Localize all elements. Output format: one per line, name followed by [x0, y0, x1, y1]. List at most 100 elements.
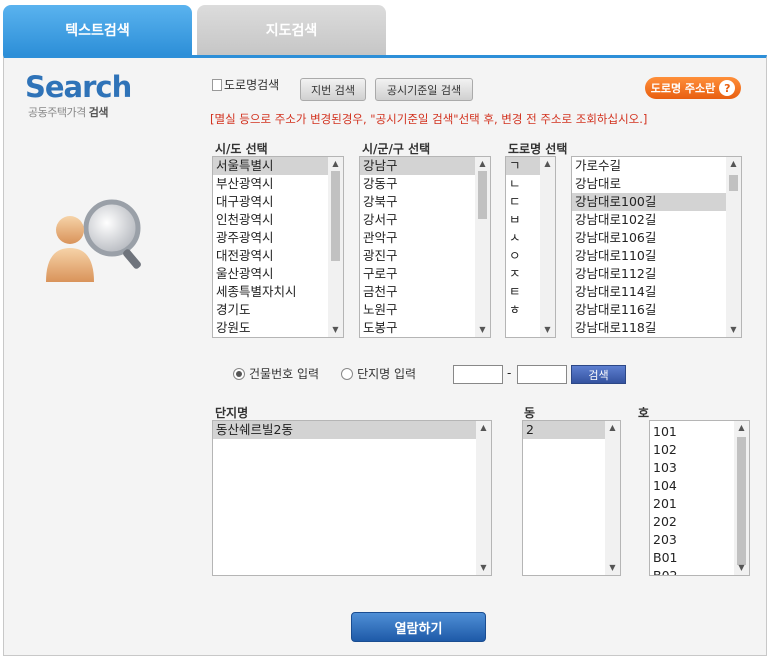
- sigungu-select[interactable]: 강남구 강동구 강북구 강서구 관악구 광진구 구로구 금천구 노원구 도봉구 ▲ ▼: [359, 156, 491, 338]
- list-item[interactable]: 강원도: [213, 319, 328, 337]
- list-item[interactable]: 강동구: [360, 175, 475, 193]
- scroll-thumb[interactable]: [478, 171, 487, 219]
- list-item[interactable]: 구로구: [360, 265, 475, 283]
- list-item[interactable]: 강서구: [360, 211, 475, 229]
- list-item[interactable]: ㅈ: [506, 265, 540, 283]
- scroll-down-icon[interactable]: ▼: [734, 561, 749, 575]
- list-item[interactable]: 강남대로116길: [572, 301, 726, 319]
- scroll-up-icon[interactable]: ▲: [540, 157, 555, 171]
- complex-name-label: 단지명 입력: [357, 367, 417, 381]
- list-item[interactable]: ㄱ: [506, 157, 540, 175]
- list-item[interactable]: B01: [650, 549, 734, 567]
- scroll-down-icon[interactable]: ▼: [726, 323, 741, 337]
- sido-select[interactable]: 서울특별시 부산광역시 대구광역시 인천광역시 광주광역시 대전광역시 울산광역시 세종특별자…: [212, 156, 344, 338]
- ho-options: 101102103104201202203B01B02B03: [650, 423, 734, 575]
- complex-options: 동산쉐르빌2동: [213, 421, 476, 439]
- scroll-up-icon[interactable]: ▲: [734, 421, 749, 435]
- list-item[interactable]: 강남대로: [572, 175, 726, 193]
- scrollbar[interactable]: ▲ ▼: [734, 421, 749, 575]
- list-item[interactable]: 노원구: [360, 301, 475, 319]
- building-sub-number-input[interactable]: [517, 365, 567, 384]
- list-item[interactable]: 강남대로100길: [572, 193, 726, 211]
- scroll-thumb[interactable]: [729, 175, 738, 191]
- list-item[interactable]: 201: [650, 495, 734, 513]
- tab-map-search[interactable]: 지도검색: [197, 5, 386, 55]
- search-button[interactable]: 검색: [571, 365, 626, 384]
- list-item[interactable]: 부산광역시: [213, 175, 328, 193]
- road-name-options: 가로수길 강남대로 강남대로100길 강남대로102길 강남대로106길 강남대로110길…: [572, 157, 726, 337]
- scrollbar[interactable]: ▲ ▼: [605, 421, 620, 575]
- list-item[interactable]: 인천광역시: [213, 211, 328, 229]
- scrollbar[interactable]: ▲ ▼: [476, 421, 491, 575]
- building-main-number-input[interactable]: [453, 365, 503, 384]
- list-item[interactable]: 202: [650, 513, 734, 531]
- list-item[interactable]: 2: [523, 421, 605, 439]
- list-item[interactable]: 강남구: [360, 157, 475, 175]
- road-name-select[interactable]: 가로수길 강남대로 강남대로100길 강남대로102길 강남대로106길 강남대로110길…: [571, 156, 742, 338]
- road-initial-options: ㄱㄴㄷㅂㅅㅇㅈㅌㅎ: [506, 157, 540, 319]
- scroll-down-icon[interactable]: ▼: [476, 561, 491, 575]
- list-item[interactable]: 금천구: [360, 283, 475, 301]
- list-item[interactable]: 대전광역시: [213, 247, 328, 265]
- list-item[interactable]: ㄷ: [506, 193, 540, 211]
- list-item[interactable]: 102: [650, 441, 734, 459]
- ho-select[interactable]: 101102103104201202203B01B02B03 ▲ ▼: [649, 420, 750, 576]
- list-item[interactable]: 세종특별자치시: [213, 283, 328, 301]
- list-item[interactable]: ㅅ: [506, 229, 540, 247]
- scroll-up-icon[interactable]: ▲: [605, 421, 620, 435]
- list-item[interactable]: ㅌ: [506, 283, 540, 301]
- list-item[interactable]: B02: [650, 567, 734, 575]
- list-item[interactable]: 경기도: [213, 301, 328, 319]
- scroll-up-icon[interactable]: ▲: [475, 157, 490, 171]
- scrollbar[interactable]: ▲ ▼: [540, 157, 555, 337]
- scroll-up-icon[interactable]: ▲: [328, 157, 343, 171]
- list-item[interactable]: ㅂ: [506, 211, 540, 229]
- scrollbar[interactable]: ▲ ▼: [726, 157, 741, 337]
- scroll-down-icon[interactable]: ▼: [328, 323, 343, 337]
- complex-select[interactable]: 동산쉐르빌2동 ▲ ▼: [212, 420, 492, 576]
- list-item[interactable]: 광주광역시: [213, 229, 328, 247]
- list-item[interactable]: ㄴ: [506, 175, 540, 193]
- list-item[interactable]: 도봉구: [360, 319, 475, 337]
- open-view-button[interactable]: 열람하기: [351, 612, 486, 642]
- list-item[interactable]: 동산쉐르빌2동: [213, 421, 476, 439]
- list-item[interactable]: 101: [650, 423, 734, 441]
- list-item[interactable]: 강남대로114길: [572, 283, 726, 301]
- list-item[interactable]: 광진구: [360, 247, 475, 265]
- scroll-down-icon[interactable]: ▼: [540, 323, 555, 337]
- jibun-search-button[interactable]: 지번 검색: [300, 78, 366, 101]
- scroll-up-icon[interactable]: ▲: [726, 157, 741, 171]
- list-item[interactable]: 강남대로118길: [572, 319, 726, 337]
- scrollbar[interactable]: ▲ ▼: [328, 157, 343, 337]
- list-item[interactable]: 강남대로112길: [572, 265, 726, 283]
- list-item[interactable]: 강남대로110길: [572, 247, 726, 265]
- gongsi-date-search-button[interactable]: 공시기준일 검색: [375, 78, 473, 101]
- input-mode-group: 건물번호 입력 단지명 입력: [233, 365, 416, 382]
- scroll-up-icon[interactable]: ▲: [476, 421, 491, 435]
- notice-text: [멸실 등으로 주소가 변경된경우, "공시기준일 검색"선택 후, 변경 전 …: [210, 112, 648, 126]
- list-item[interactable]: 대구광역시: [213, 193, 328, 211]
- list-item[interactable]: 104: [650, 477, 734, 495]
- list-item[interactable]: ㅎ: [506, 301, 540, 319]
- scroll-thumb[interactable]: [737, 437, 746, 565]
- list-item[interactable]: 관악구: [360, 229, 475, 247]
- road-initial-select[interactable]: ㄱㄴㄷㅂㅅㅇㅈㅌㅎ ▲ ▼: [505, 156, 556, 338]
- complex-name-radio[interactable]: [341, 367, 354, 380]
- list-item[interactable]: 가로수길: [572, 157, 726, 175]
- list-item[interactable]: 서울특별시: [213, 157, 328, 175]
- scroll-thumb[interactable]: [331, 171, 340, 261]
- building-number-radio[interactable]: [233, 367, 245, 380]
- list-item[interactable]: ㅇ: [506, 247, 540, 265]
- scroll-down-icon[interactable]: ▼: [475, 323, 490, 337]
- road-address-help-button[interactable]: 도로명 주소란 ?: [645, 77, 741, 99]
- dong-select[interactable]: 2 ▲ ▼: [522, 420, 621, 576]
- list-item[interactable]: 강북구: [360, 193, 475, 211]
- list-item[interactable]: 강남대로102길: [572, 211, 726, 229]
- scrollbar[interactable]: ▲ ▼: [475, 157, 490, 337]
- list-item[interactable]: 203: [650, 531, 734, 549]
- tab-text-search[interactable]: 텍스트검색: [3, 5, 192, 55]
- list-item[interactable]: 103: [650, 459, 734, 477]
- scroll-down-icon[interactable]: ▼: [605, 561, 620, 575]
- list-item[interactable]: 강남대로106길: [572, 229, 726, 247]
- list-item[interactable]: 울산광역시: [213, 265, 328, 283]
